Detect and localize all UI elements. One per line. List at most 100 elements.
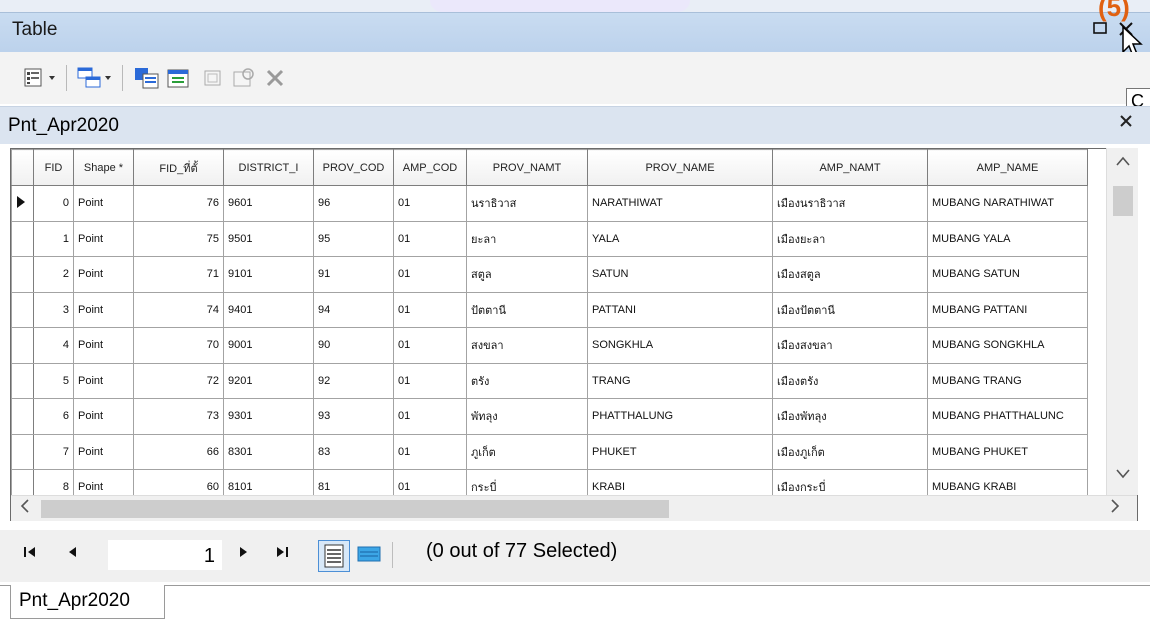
table-cell[interactable]: 76 <box>133 185 224 222</box>
table-cell[interactable]: 9301 <box>223 398 314 435</box>
table-cell[interactable]: เมืองยะลา <box>772 220 928 257</box>
table-cell[interactable]: 1 <box>33 220 74 257</box>
column-header[interactable]: FID <box>33 149 74 186</box>
zoom-to-selected-button[interactable] <box>232 67 256 89</box>
table-cell[interactable]: 9201 <box>223 362 314 399</box>
table-cell[interactable]: MUBANG YALA <box>927 220 1088 257</box>
delete-selected-button[interactable] <box>264 67 286 89</box>
table-cell[interactable]: 01 <box>393 327 467 364</box>
table-cell[interactable]: ภูเก็ต <box>466 433 588 470</box>
scroll-left-icon[interactable] <box>19 498 31 519</box>
row-selector[interactable] <box>11 256 34 293</box>
table-cell[interactable]: Point <box>73 291 134 328</box>
table-cell[interactable]: Point <box>73 433 134 470</box>
table-row[interactable]: 3 Point 74 9401 94 01 ปัตตานี PATTANI เมืองปัตตา… <box>11 291 1088 328</box>
table-cell[interactable]: 2 <box>33 256 74 293</box>
table-cell[interactable]: 01 <box>393 185 467 222</box>
table-cell[interactable]: 73 <box>133 398 224 435</box>
row-selector[interactable] <box>11 291 34 328</box>
table-cell[interactable]: 4 <box>33 327 74 364</box>
horizontal-scrollbar[interactable] <box>11 495 1137 521</box>
table-cell[interactable]: 5 <box>33 362 74 399</box>
row-selector-header[interactable] <box>11 149 34 186</box>
table-cell[interactable]: NARATHIWAT <box>587 185 773 222</box>
table-cell[interactable]: 9001 <box>223 327 314 364</box>
table-cell[interactable]: 75 <box>133 220 224 257</box>
row-selector[interactable] <box>11 362 34 399</box>
table-cell[interactable]: พัทลุง <box>466 398 588 435</box>
table-cell[interactable]: เมืองพัทลุง <box>772 398 928 435</box>
row-selector[interactable] <box>11 327 34 364</box>
close-table-button[interactable] <box>1118 112 1134 135</box>
scroll-right-icon[interactable] <box>1109 498 1121 519</box>
table-cell[interactable]: MUBANG PATTANI <box>927 291 1088 328</box>
table-cell[interactable]: MUBANG SATUN <box>927 256 1088 293</box>
table-cell[interactable]: 92 <box>313 362 394 399</box>
table-cell[interactable]: MUBANG TRANG <box>927 362 1088 399</box>
table-cell[interactable]: เมืองตรัง <box>772 362 928 399</box>
table-cell[interactable]: 9601 <box>223 185 314 222</box>
next-record-button[interactable] <box>236 544 250 563</box>
column-header[interactable]: DISTRICT_I <box>223 149 314 186</box>
switch-selection-button[interactable] <box>166 67 192 89</box>
table-tab[interactable]: Pnt_Apr2020 <box>10 585 165 619</box>
table-row[interactable]: 1 Point 75 9501 95 01 ยะลา YALA เมืองยะลา MUBANG … <box>11 220 1088 257</box>
row-selector[interactable] <box>11 398 34 435</box>
table-cell[interactable]: 93 <box>313 398 394 435</box>
table-cell[interactable]: 0 <box>33 185 74 222</box>
show-all-records-button[interactable] <box>318 540 350 572</box>
table-cell[interactable]: 66 <box>133 433 224 470</box>
last-record-button[interactable] <box>274 544 290 563</box>
table-row[interactable]: 6 Point 73 9301 93 01 พัทลุง PHATTHALUNG เมืองพั… <box>11 398 1088 435</box>
first-record-button[interactable] <box>22 544 38 563</box>
vertical-scroll-thumb[interactable] <box>1113 186 1133 216</box>
table-cell[interactable]: 01 <box>393 398 467 435</box>
table-cell[interactable]: 9401 <box>223 291 314 328</box>
table-cell[interactable]: MUBANG SONGKHLA <box>927 327 1088 364</box>
table-cell[interactable]: 7 <box>33 433 74 470</box>
table-cell[interactable]: 95 <box>313 220 394 257</box>
related-tables-button[interactable] <box>76 67 116 89</box>
previous-record-button[interactable] <box>66 544 80 563</box>
current-record-field[interactable]: 1 <box>108 540 222 570</box>
table-options-button[interactable] <box>24 67 60 89</box>
table-cell[interactable]: สงขลา <box>466 327 588 364</box>
table-row[interactable]: 0 Point 76 9601 96 01 นราธิวาส NARATHIWAT เมืองน… <box>11 185 1088 222</box>
table-cell[interactable]: เมืองภูเก็ต <box>772 433 928 470</box>
table-cell[interactable]: PATTANI <box>587 291 773 328</box>
table-cell[interactable]: 01 <box>393 291 467 328</box>
table-cell[interactable]: MUBANG PHATTHALUNC <box>927 398 1088 435</box>
table-cell[interactable]: Point <box>73 327 134 364</box>
row-selector[interactable] <box>11 220 34 257</box>
table-cell[interactable]: TRANG <box>587 362 773 399</box>
table-cell[interactable]: Point <box>73 398 134 435</box>
horizontal-scroll-thumb[interactable] <box>41 500 669 518</box>
table-cell[interactable]: 01 <box>393 362 467 399</box>
table-cell[interactable]: ตรัง <box>466 362 588 399</box>
table-cell[interactable]: Point <box>73 220 134 257</box>
table-row[interactable]: 4 Point 70 9001 90 01 สงขลา SONGKHLA เมืองสงขลา M… <box>11 327 1088 364</box>
scroll-down-icon[interactable] <box>1115 466 1131 482</box>
table-cell[interactable]: MUBANG NARATHIWAT <box>927 185 1088 222</box>
table-row[interactable]: 2 Point 71 9101 91 01 สตูล SATUN เมืองสตูล MUBANG… <box>11 256 1088 293</box>
vertical-scrollbar[interactable] <box>1106 148 1138 495</box>
table-cell[interactable]: เมืองสตูล <box>772 256 928 293</box>
row-selector[interactable] <box>11 433 34 470</box>
show-selected-records-button[interactable] <box>356 542 382 568</box>
select-by-attributes-button[interactable] <box>134 67 160 89</box>
table-cell[interactable]: นราธิวาส <box>466 185 588 222</box>
table-row[interactable]: 7 Point 66 8301 83 01 ภูเก็ต PHUKET เมืองภูเก็ต M… <box>11 433 1088 470</box>
scroll-up-icon[interactable] <box>1115 154 1131 170</box>
table-cell[interactable]: 01 <box>393 433 467 470</box>
table-cell[interactable]: 9501 <box>223 220 314 257</box>
table-cell[interactable]: เมืองนราธิวาส <box>772 185 928 222</box>
column-header[interactable]: FID_ที่ตั้ <box>133 149 224 186</box>
table-cell[interactable]: 94 <box>313 291 394 328</box>
column-header[interactable]: AMP_NAME <box>927 149 1088 186</box>
table-cell[interactable]: 74 <box>133 291 224 328</box>
table-cell[interactable]: 01 <box>393 256 467 293</box>
table-cell[interactable]: ปัตตานี <box>466 291 588 328</box>
column-header[interactable]: AMP_COD <box>393 149 467 186</box>
column-header[interactable]: Shape * <box>73 149 134 186</box>
table-cell[interactable]: 71 <box>133 256 224 293</box>
